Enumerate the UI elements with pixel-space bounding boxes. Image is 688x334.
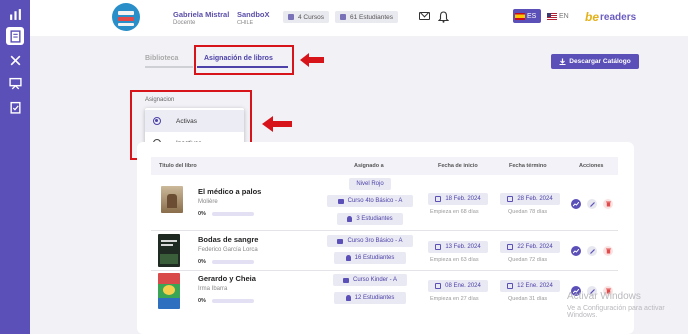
book-title[interactable]: Bodas de sangre — [198, 235, 258, 244]
row-divider — [151, 270, 618, 271]
courses-chip-label: 4 Cursos — [298, 13, 325, 21]
book-icon[interactable] — [6, 27, 24, 45]
assigned-level-pill: Nivel Rojo — [349, 178, 391, 190]
user-name: Gabriela Mistral — [173, 10, 230, 19]
edit-icon[interactable] — [587, 199, 597, 209]
column-title: Titulo del libro — [159, 163, 197, 169]
students-chip-label: 61 Estudiantes — [350, 13, 394, 21]
calendar-icon — [507, 244, 514, 250]
students-chip: 61 Estudiantes — [335, 11, 399, 23]
folder-icon — [342, 277, 349, 283]
book-cover[interactable] — [158, 234, 180, 267]
calendar-icon — [507, 283, 514, 289]
spain-flag-icon — [515, 12, 525, 20]
usa-flag-icon — [547, 12, 557, 20]
download-icon — [559, 58, 566, 65]
end-date-note: Quedan 78 días — [508, 209, 548, 215]
user-icon — [347, 216, 353, 222]
start-date-note: Empieza en 68 días — [430, 209, 479, 215]
tab-underline — [145, 66, 193, 68]
folder-icon — [337, 198, 344, 204]
table-header — [151, 157, 618, 175]
progress-text: 0% — [198, 298, 206, 304]
end-date-pill: 28 Feb. 2024 — [500, 193, 560, 205]
mail-icon[interactable] — [419, 12, 430, 20]
column-assigned: Asignado a — [354, 163, 384, 169]
end-date-note: Quedan 31 días — [508, 296, 548, 302]
progress-bar — [212, 260, 254, 264]
checkbox-icon — [340, 14, 346, 20]
end-date-note: Quedan 72 días — [508, 257, 548, 263]
windows-activation-watermark: Activar Windows — [567, 291, 641, 302]
progress-bar — [212, 212, 254, 216]
end-date-pill: 12 Ene. 2024 — [500, 280, 560, 292]
user-icon — [345, 295, 351, 301]
delete-icon[interactable] — [603, 246, 613, 256]
delete-icon[interactable] — [603, 199, 613, 209]
download-catalog-label: Descargar Catálogo — [569, 58, 631, 65]
language-en-button[interactable]: EN — [547, 9, 569, 23]
bell-icon[interactable] — [437, 10, 450, 28]
assigned-students-pill: 12 Estudiantes — [334, 292, 406, 304]
progress-text: 0% — [198, 211, 206, 217]
bar-chart-icon[interactable] — [6, 5, 24, 23]
assigned-students-pill: 16 Estudiantes — [334, 252, 406, 264]
user-icon — [288, 14, 294, 20]
language-es-button[interactable]: ES — [513, 9, 541, 23]
tab-biblioteca[interactable]: Biblioteca — [145, 55, 178, 62]
school-name: SandboX — [237, 10, 270, 19]
annotation-arrow-icon — [300, 53, 324, 67]
assigned-course-pill: Curso Kinder - A — [333, 274, 407, 286]
calendar-icon — [435, 244, 442, 250]
book-cover[interactable] — [158, 273, 180, 309]
assigned-students-pill: 3 Estudiantes — [337, 213, 403, 225]
user-role: Docente — [173, 20, 196, 26]
book-title[interactable]: El médico a palos — [198, 187, 261, 196]
book-author: Federico García Lorca — [198, 247, 258, 253]
start-date-note: Empieza en 63 días — [430, 257, 479, 263]
school-country: CHILE — [237, 20, 254, 26]
windows-activation-subtext: Ve a Configuración para activar Windows. — [567, 305, 665, 319]
folder-icon — [337, 238, 344, 244]
edit-icon[interactable] — [587, 246, 597, 256]
avatar[interactable] — [112, 3, 140, 31]
courses-chip: 4 Cursos — [283, 11, 330, 23]
stats-icon[interactable] — [571, 199, 581, 209]
tools-icon[interactable] — [6, 51, 24, 69]
assigned-course-pill: Curso 3ro Básico - A — [327, 235, 413, 247]
annotation-arrow-icon — [262, 116, 292, 132]
start-date-pill: 13 Feb. 2024 — [428, 241, 488, 253]
book-author: Molière — [198, 199, 218, 205]
start-date-pill: 18 Feb. 2024 — [428, 193, 488, 205]
clipboard-check-icon[interactable] — [6, 98, 24, 116]
download-catalog-button[interactable]: Descargar Catálogo — [551, 54, 639, 69]
book-author: Irma Ibarra — [198, 286, 228, 292]
left-sidebar — [0, 0, 30, 334]
row-divider — [151, 230, 618, 231]
presentation-icon[interactable] — [6, 74, 24, 92]
language-en-label: EN — [559, 12, 569, 20]
calendar-icon — [435, 196, 442, 202]
calendar-icon — [507, 196, 514, 202]
progress-text: 0% — [198, 259, 206, 265]
book-cover[interactable] — [161, 186, 183, 213]
book-title[interactable]: Gerardo y Cheia — [198, 274, 256, 283]
start-date-note: Empieza en 27 días — [430, 296, 479, 302]
stats-icon[interactable] — [571, 246, 581, 256]
progress-bar — [212, 299, 254, 303]
user-icon — [345, 255, 351, 261]
annotation-box-tab — [194, 45, 294, 75]
calendar-icon — [435, 283, 442, 289]
column-start-date: Fecha de inicio — [438, 163, 478, 169]
end-date-pill: 22 Feb. 2024 — [500, 241, 560, 253]
start-date-pill: 08 Ene. 2024 — [428, 280, 488, 292]
column-end-date: Fecha término — [509, 163, 547, 169]
column-actions: Acciones — [579, 163, 604, 169]
bereaders-logo: be readers — [585, 10, 637, 24]
assigned-course-pill: Curso 4to Básico - A — [327, 195, 413, 207]
language-es-label: ES — [527, 12, 537, 20]
